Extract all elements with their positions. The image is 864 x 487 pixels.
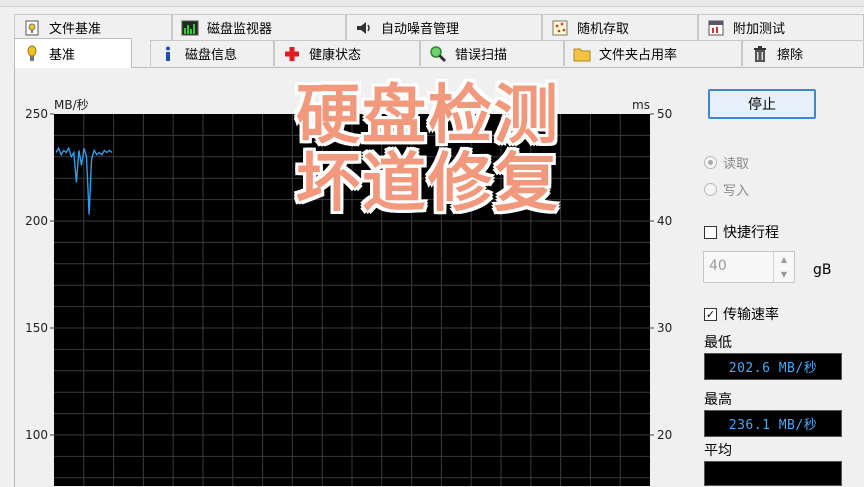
short-stroke-option[interactable]: 快捷行程 xyxy=(704,222,779,242)
tab-label: 基准 xyxy=(49,48,76,63)
right-tick-label: 30 xyxy=(657,321,672,335)
tab-benchmark[interactable]: 基准 xyxy=(14,38,132,68)
benchmark-icon xyxy=(23,45,41,63)
write-label: 写入 xyxy=(723,184,750,199)
read-option[interactable]: 读取 xyxy=(704,153,749,172)
max-label: 最高 xyxy=(704,392,732,408)
left-tick-label: 200 xyxy=(25,214,48,228)
write-radio[interactable] xyxy=(704,183,717,196)
left-tick-label: 250 xyxy=(25,107,48,121)
spinner-arrows[interactable]: ▲ ▼ xyxy=(773,252,794,282)
short-stroke-value: 40 xyxy=(709,258,727,274)
transfer-rate-option[interactable]: ✓ 传输速率 xyxy=(704,304,779,324)
avg-value-display xyxy=(704,461,842,486)
left-tick-label: 100 xyxy=(25,428,48,442)
min-value-display: 202.6 MB/秒 xyxy=(704,353,842,380)
min-label: 最低 xyxy=(704,335,732,351)
read-radio[interactable] xyxy=(704,156,717,169)
overlay-line-2: 坏道修复 xyxy=(296,147,560,221)
spinner-down-icon[interactable]: ▼ xyxy=(774,267,794,282)
spinner-up-icon[interactable]: ▲ xyxy=(774,252,794,267)
avg-label: 平均 xyxy=(704,443,732,459)
right-tick-label: 40 xyxy=(657,214,672,228)
stop-button[interactable]: 停止 xyxy=(708,89,816,119)
max-value-display: 236.1 MB/秒 xyxy=(704,410,842,437)
short-stroke-checkbox[interactable] xyxy=(704,225,717,239)
overlay-caption: 硬盘检测 坏道修复 xyxy=(296,82,616,218)
short-stroke-spinner[interactable]: 40 ▲ ▼ xyxy=(703,251,795,283)
right-axis-unit: ms xyxy=(632,98,650,112)
short-stroke-label: 快捷行程 xyxy=(723,225,779,241)
write-option[interactable]: 写入 xyxy=(704,180,749,199)
right-tick-label: 20 xyxy=(657,428,672,442)
read-label: 读取 xyxy=(723,157,750,172)
size-unit: gB xyxy=(813,262,832,278)
transfer-rate-checkbox[interactable]: ✓ xyxy=(704,307,717,321)
left-tick-label: 150 xyxy=(25,321,48,335)
right-tick-label: 50 xyxy=(657,107,672,121)
left-axis-unit: MB/秒 xyxy=(54,98,89,112)
overlay-line-1: 硬盘检测 xyxy=(296,79,560,153)
transfer-rate-label: 传输速率 xyxy=(723,307,779,323)
